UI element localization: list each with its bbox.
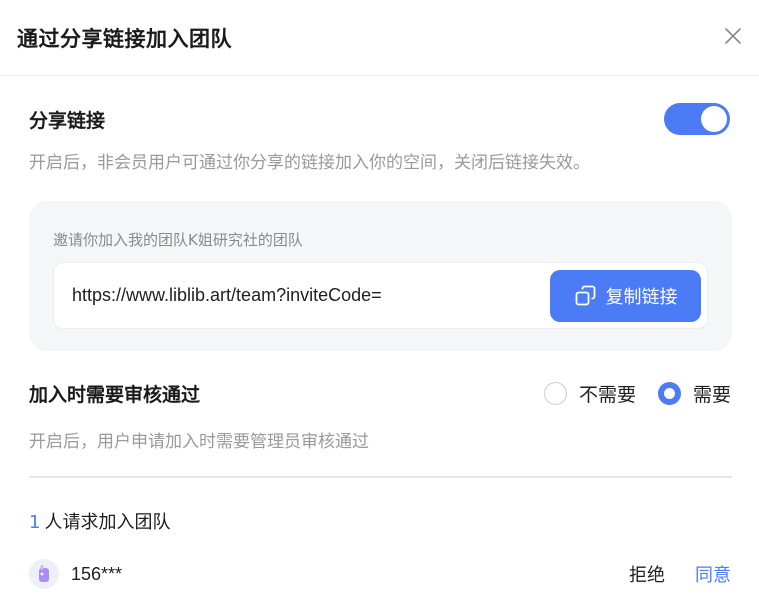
user-avatar-icon bbox=[39, 565, 49, 582]
dialog-header: 通过分享链接加入团队 bbox=[0, 0, 759, 76]
dialog-title: 通过分享链接加入团队 bbox=[17, 26, 232, 51]
avatar bbox=[29, 559, 59, 589]
copy-link-button[interactable]: 复制链接 bbox=[550, 269, 701, 322]
reject-button[interactable]: 拒绝 bbox=[629, 561, 665, 587]
toggle-knob bbox=[701, 106, 727, 132]
request-actions: 拒绝 同意 bbox=[629, 561, 731, 587]
share-link-toggle[interactable] bbox=[664, 103, 730, 135]
share-link-row: 分享链接 bbox=[29, 102, 731, 136]
invite-link-card: 邀请你加入我的团队K姐研究社的团队 https://www.liblib.art… bbox=[29, 201, 732, 351]
request-count-label: 人请求加入团队 bbox=[44, 512, 171, 533]
share-link-description: 开启后，非会员用户可通过你分享的链接加入你的空间，关闭后链接失效。 bbox=[29, 153, 590, 173]
share-link-dialog: 通过分享链接加入团队 分享链接 开启后，非会员用户可通过你分享的链接加入你的空间… bbox=[0, 0, 759, 615]
invite-link-url[interactable]: https://www.liblib.art/team?inviteCode= bbox=[72, 285, 382, 306]
review-radio-group: 不需要 需要 bbox=[543, 380, 731, 407]
radio-label: 需要 bbox=[692, 383, 731, 406]
divider bbox=[29, 476, 732, 478]
review-description: 开启后，用户申请加入时需要管理员审核通过 bbox=[29, 432, 369, 452]
invite-text: 邀请你加入我的团队K姐研究社的团队 bbox=[53, 231, 303, 249]
radio-circle bbox=[543, 381, 567, 405]
copy-link-label: 复制链接 bbox=[605, 286, 678, 308]
radio-label: 不需要 bbox=[578, 383, 636, 406]
request-count: 1 人请求加入团队 bbox=[29, 508, 731, 534]
close-icon bbox=[725, 28, 741, 44]
radio-required[interactable]: 需要 bbox=[657, 380, 731, 407]
request-username: 156*** bbox=[71, 563, 123, 584]
share-link-title: 分享链接 bbox=[29, 109, 106, 132]
dialog-body: 分享链接 开启后，非会员用户可通过你分享的链接加入你的空间，关闭后链接失效。 邀… bbox=[0, 102, 759, 590]
copy-icon bbox=[575, 285, 595, 305]
close-button[interactable] bbox=[721, 24, 745, 48]
request-user: 156*** bbox=[29, 559, 122, 589]
approve-button[interactable]: 同意 bbox=[695, 561, 731, 587]
radio-not-required[interactable]: 不需要 bbox=[543, 380, 636, 407]
radio-circle-checked bbox=[657, 381, 681, 405]
request-count-number: 1 bbox=[29, 512, 41, 533]
review-row: 加入时需要审核通过 不需要 需要 bbox=[29, 380, 731, 407]
review-title: 加入时需要审核通过 bbox=[29, 383, 201, 406]
invite-link-box: https://www.liblib.art/team?inviteCode= … bbox=[53, 262, 708, 329]
request-row: 156*** 拒绝 同意 bbox=[29, 558, 731, 590]
